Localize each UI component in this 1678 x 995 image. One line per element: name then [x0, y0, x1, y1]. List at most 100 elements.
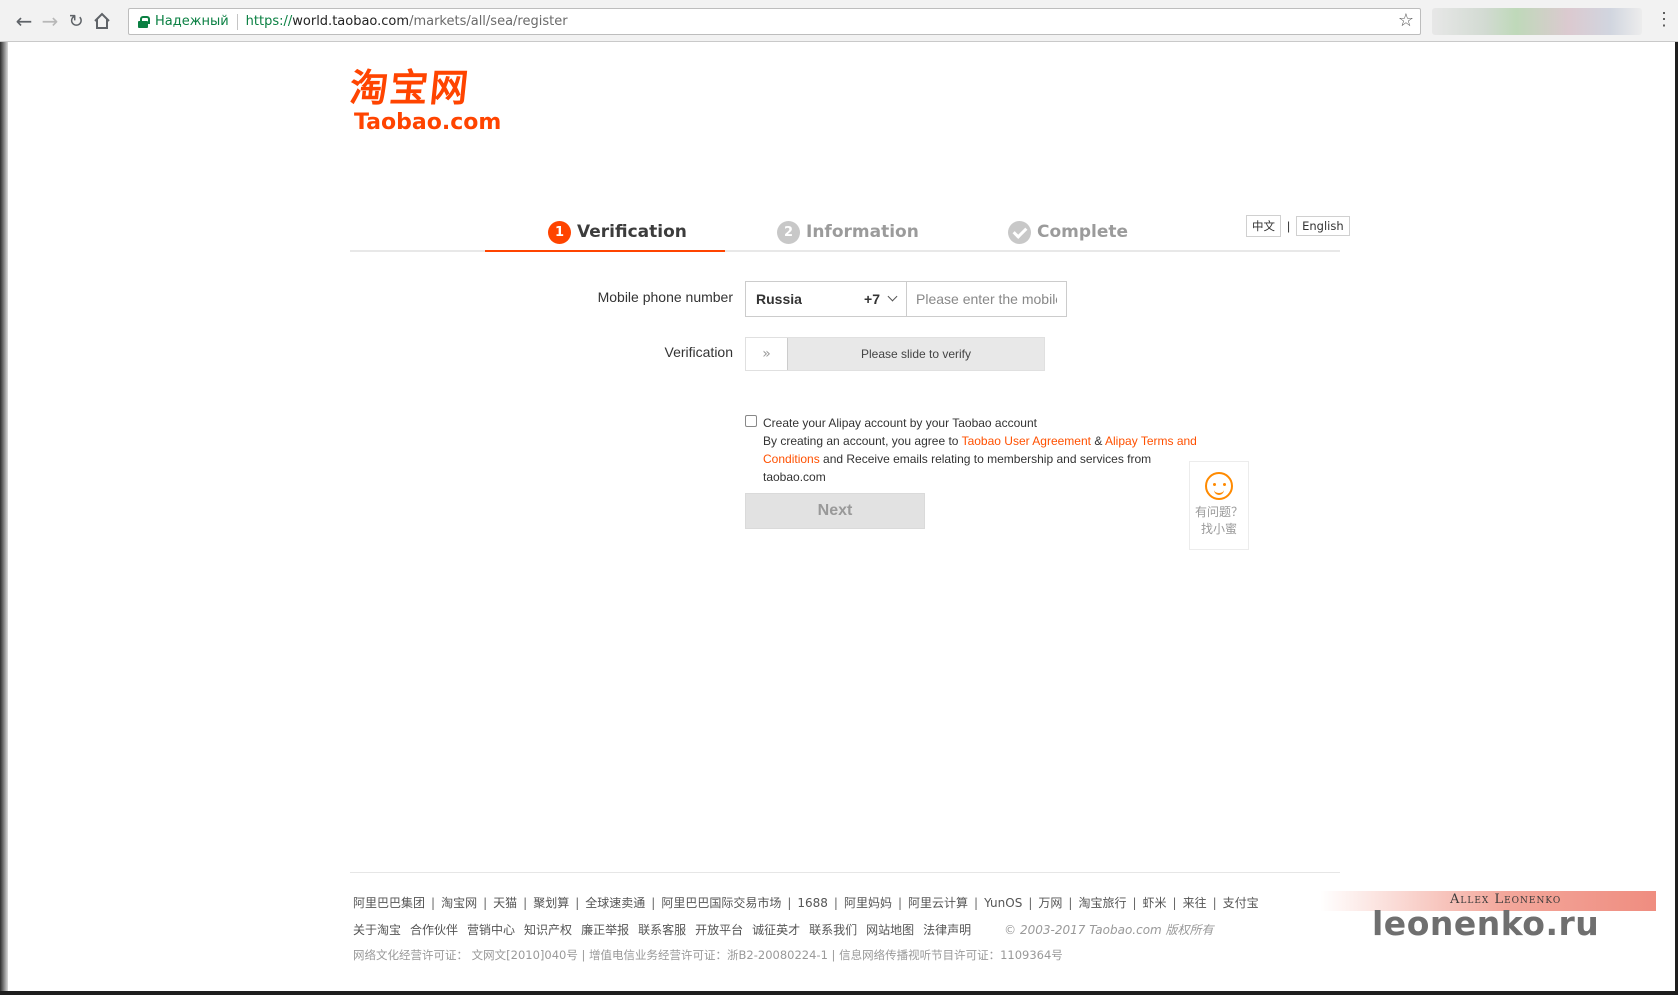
- footer-link[interactable]: 阿里云计算: [908, 896, 968, 910]
- footer-licenses: 网络文化经营许可证： 文网文[2010]040号 | 增值电信业务经营许可证：浙…: [353, 948, 1063, 962]
- agree-prefix: By creating an account, you agree to: [763, 434, 962, 448]
- agreement-block: Create your Alipay account by your Taoba…: [745, 414, 1215, 486]
- menu-kebab-icon[interactable]: ⋮: [1655, 9, 1673, 30]
- step-number: 2: [777, 220, 800, 244]
- footer-separator: |: [787, 896, 792, 910]
- footer-link[interactable]: 联系客服: [638, 923, 686, 937]
- page-content: 淘宝网 Taobao.com 1 Verification 2 Informat…: [8, 42, 1675, 991]
- secure-label: Надежный: [155, 14, 229, 29]
- country-select[interactable]: Russia +7: [745, 281, 907, 317]
- footer-link[interactable]: 开放平台: [695, 923, 743, 937]
- forward-icon[interactable]: →: [38, 9, 62, 33]
- logo-chinese: 淘宝网: [347, 66, 473, 110]
- verification-label: Verification: [664, 344, 733, 360]
- language-switch: 中文 | English: [1246, 215, 1350, 237]
- phone-label: Mobile phone number: [597, 289, 733, 305]
- footer-link[interactable]: 关于淘宝: [353, 923, 401, 937]
- step-number: 1: [548, 220, 571, 244]
- footer-links-row-1: 阿里巴巴集团 | 淘宝网 | 天猫 | 聚划算 | 全球速卖通 | 阿里巴巴国际交易市场 | 1688 |…: [353, 894, 1259, 911]
- footer-link[interactable]: 阿里巴巴集团: [353, 896, 425, 910]
- footer-separator: |: [897, 896, 903, 910]
- phone-number-input[interactable]: [907, 281, 1067, 317]
- footer-separator: |: [1028, 896, 1033, 910]
- footer-link[interactable]: 支付宝: [1223, 896, 1259, 910]
- logo-english: Taobao.com: [354, 110, 502, 135]
- url-scheme: https://: [245, 14, 293, 29]
- footer-link[interactable]: 营销中心: [467, 923, 515, 937]
- footer-link[interactable]: 阿里妈妈: [844, 896, 892, 910]
- registration-steps: 1 Verification 2 Information Complete: [350, 212, 1340, 252]
- url-text[interactable]: https://world.taobao.com/markets/all/sea…: [246, 14, 568, 29]
- watermark-site: leonenko.ru: [1372, 904, 1600, 943]
- footer-link[interactable]: YunOS: [984, 896, 1022, 910]
- footer-separator: |: [1132, 896, 1137, 910]
- footer-link[interactable]: 知识产权: [524, 923, 572, 937]
- taobao-user-agreement-link[interactable]: Taobao User Agreement: [962, 434, 1091, 448]
- step-complete: Complete: [1008, 212, 1128, 252]
- slider-hint: Please slide to verify: [860, 347, 972, 361]
- alipay-checkbox[interactable]: [745, 415, 757, 427]
- footer-link[interactable]: 诚征英才: [752, 923, 800, 937]
- footer-link[interactable]: 来往: [1183, 896, 1207, 910]
- footer-link[interactable]: 廉正举报: [581, 923, 629, 937]
- lang-chinese-button[interactable]: 中文: [1246, 215, 1281, 237]
- agree-suffix: and Receive emails relating to membershi…: [763, 452, 1152, 484]
- agree-amp: &: [1091, 434, 1106, 448]
- footer-separator: |: [575, 896, 580, 910]
- footer-separator: |: [523, 896, 528, 910]
- country-code: +7: [864, 291, 880, 307]
- footer-link[interactable]: 虾米: [1143, 896, 1167, 910]
- address-bar[interactable]: Надежный https://world.taobao.com/market…: [128, 8, 1421, 35]
- footer-link[interactable]: 1688: [797, 896, 828, 910]
- step-label: Verification: [577, 222, 687, 242]
- footer-divider: [350, 872, 1340, 873]
- footer-separator: |: [483, 896, 488, 910]
- copyright-text: © 2003-2017 Taobao.com 版权所有: [1004, 923, 1214, 937]
- chevron-down-icon: [887, 291, 898, 302]
- reload-icon[interactable]: ↻: [64, 9, 88, 33]
- footer-separator: |: [833, 896, 838, 910]
- double-chevron-right-icon[interactable]: »: [746, 338, 788, 370]
- footer-separator: |: [1212, 896, 1217, 910]
- taobao-logo[interactable]: 淘宝网 Taobao.com: [347, 66, 510, 136]
- lang-separator: |: [1287, 219, 1291, 233]
- footer-link[interactable]: 聚划算: [533, 896, 569, 910]
- step-information: 2 Information: [777, 212, 919, 252]
- footer-separator: |: [1068, 896, 1073, 910]
- omnibox-divider: [236, 13, 238, 30]
- help-assistant-widget[interactable]: 有问题？ 找小蜜: [1189, 461, 1249, 550]
- footer-link[interactable]: 全球速卖通: [585, 896, 645, 910]
- footer-separator: |: [1172, 896, 1177, 910]
- footer-separator: |: [974, 896, 979, 910]
- step-verification: 1 Verification: [548, 212, 687, 252]
- footer-link[interactable]: 网站地图: [866, 923, 914, 937]
- footer-link[interactable]: 淘宝旅行: [1078, 896, 1126, 910]
- lock-icon: [138, 15, 150, 28]
- footer-link[interactable]: 法律声明: [923, 923, 971, 937]
- footer-link[interactable]: 联系我们: [809, 923, 857, 937]
- helper-line-2: 找小蜜: [1200, 522, 1237, 536]
- country-name: Russia: [756, 291, 802, 307]
- browser-window: ← → ↻ Надежный https://world.taobao.com/…: [0, 0, 1678, 995]
- footer-separator: |: [651, 896, 656, 910]
- next-button[interactable]: Next: [745, 493, 925, 529]
- url-host: world.taobao.com: [292, 14, 410, 29]
- agreement-text: Create your Alipay account by your Taoba…: [763, 414, 1215, 486]
- slide-verify: » Please slide to verify: [745, 337, 1045, 371]
- url-path: /markets/all/sea/register: [409, 14, 568, 29]
- footer-link[interactable]: 合作伙伴: [410, 923, 458, 937]
- step-label: Information: [806, 222, 919, 242]
- active-step-underline: [485, 250, 725, 252]
- check-circle-icon: [1008, 220, 1031, 244]
- footer-links-row-2: 关于淘宝 合作伙伴 营销中心 知识产权 廉正举报 联系客服 开放平台 诚征英才 联系我们 网站地图…: [353, 921, 1214, 938]
- footer-link[interactable]: 淘宝网: [441, 896, 477, 910]
- footer-link[interactable]: 阿里巴巴国际交易市场: [661, 896, 781, 910]
- lang-english-button[interactable]: English: [1296, 216, 1350, 236]
- footer-separator: |: [431, 896, 436, 910]
- bookmark-star-icon[interactable]: ☆: [1398, 10, 1414, 31]
- footer-link[interactable]: 万网: [1038, 896, 1062, 910]
- home-icon[interactable]: [90, 9, 114, 33]
- footer-link[interactable]: 天猫: [493, 896, 517, 910]
- back-icon[interactable]: ←: [12, 9, 36, 33]
- helper-line-1: 有问题？: [1194, 505, 1243, 519]
